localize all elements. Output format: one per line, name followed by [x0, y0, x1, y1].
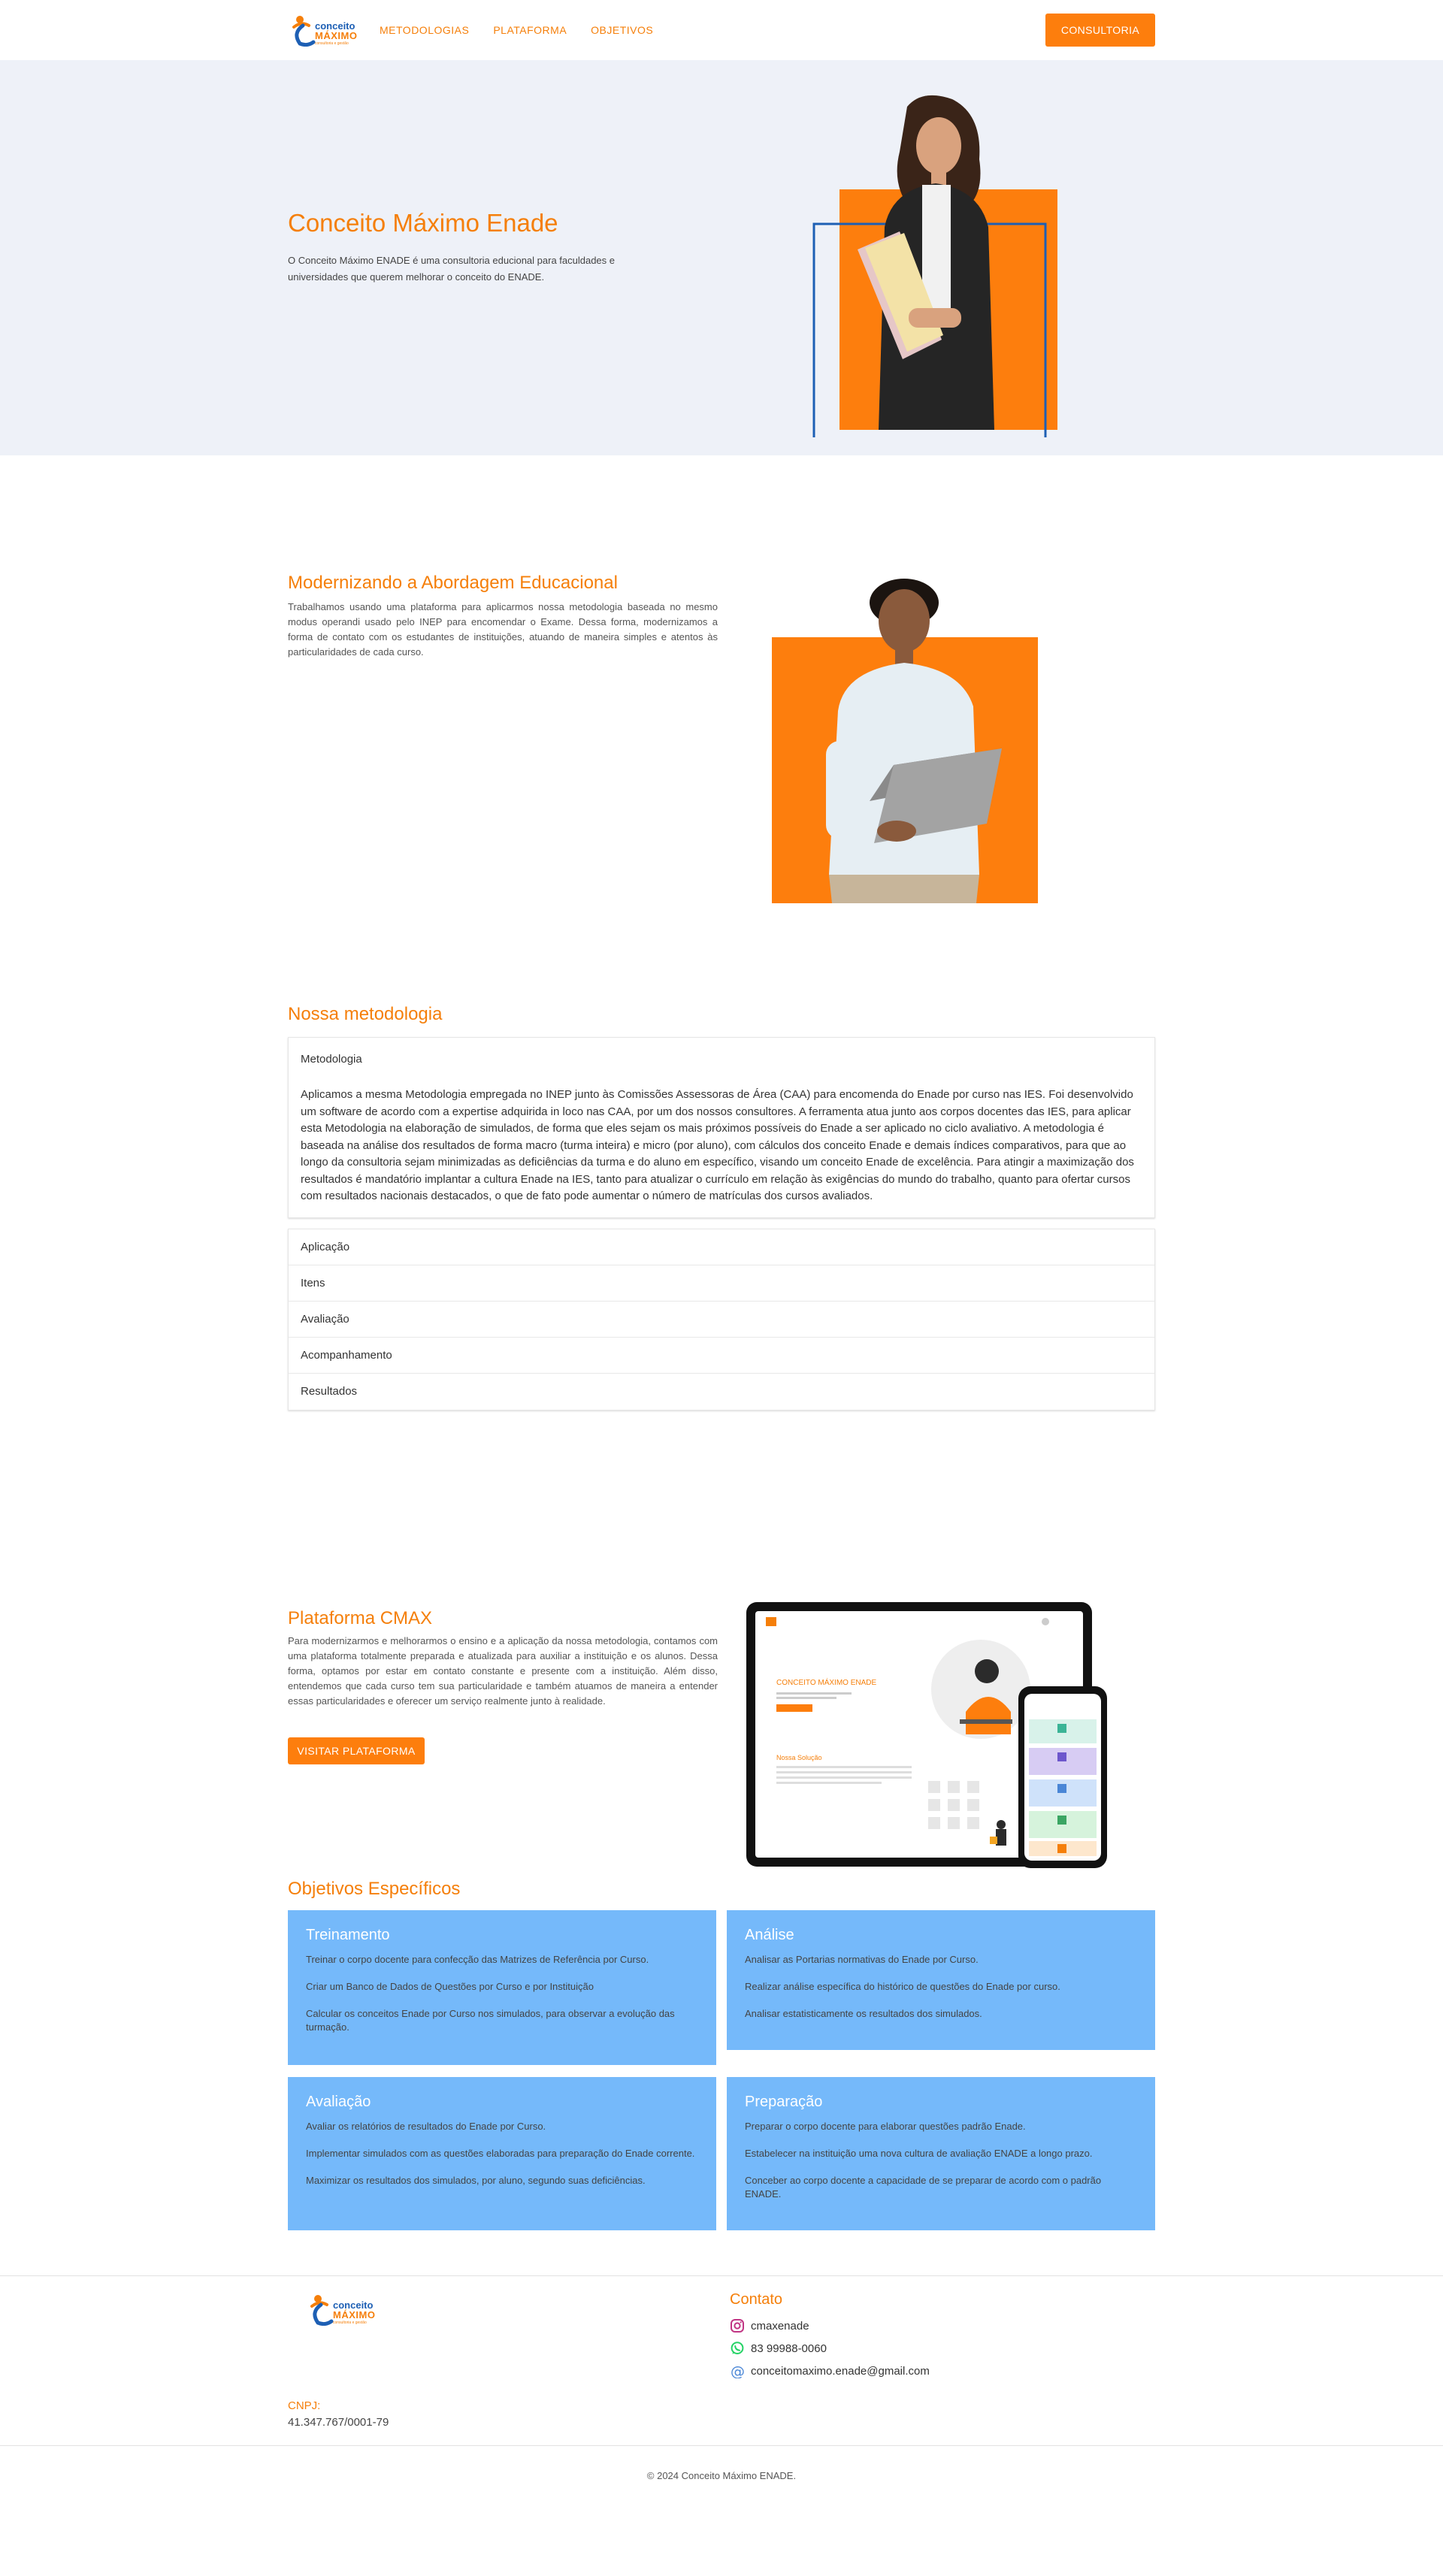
- svg-text:@: @: [731, 2363, 745, 2378]
- objective-card-title: Treinamento: [306, 1927, 390, 1943]
- at-sign-icon: @: [731, 2363, 745, 2378]
- instagram-handle: cmaxenade: [751, 2319, 809, 2333]
- platform-text: Para modernizarmos e melhorarmos o ensin…: [288, 1635, 718, 1707]
- top-navbar: conceito MÁXIMO consultoria e gestão MET…: [0, 0, 1443, 60]
- hero-title: Conceito Máximo Enade: [288, 209, 558, 237]
- nav-link-plataforma[interactable]: PLATAFORMA: [493, 24, 567, 36]
- objective-item: Avaliar os relatórios de resultados do E…: [306, 2121, 546, 2132]
- objective-card-title: Análise: [745, 1927, 794, 1943]
- objective-item: Calcular os conceitos Enade por Curso no…: [306, 2008, 675, 2033]
- email-address: conceitomaximo.enade@gmail.com: [751, 2364, 930, 2378]
- instagram-icon: [731, 2319, 744, 2333]
- accordion-item-acompanhamento[interactable]: Acompanhamento: [289, 1337, 1154, 1374]
- man-with-laptop-image: [772, 579, 1038, 903]
- accordion-item-itens[interactable]: Itens: [289, 1265, 1154, 1302]
- logo-text-line3: consultoria e gestão: [315, 41, 349, 46]
- approach-title: Modernizando a Abordagem Educacional: [288, 573, 618, 593]
- brand-logo[interactable]: conceito MÁXIMO consultoria e gestão: [288, 9, 360, 51]
- accordion-item-title[interactable]: Metodologia: [301, 1053, 1142, 1066]
- objective-item: Estabelecer na instituição uma nova cult…: [745, 2148, 1093, 2159]
- objective-card-avaliacao: Avaliação Avaliar os relatórios de resul…: [288, 2077, 716, 2230]
- approach-text: Trabalhamos usando uma plataforma para a…: [288, 601, 718, 658]
- footer-logo-line3: consultoria e gestão: [333, 2321, 367, 2325]
- objective-item: Maximizar os resultados dos simulados, p…: [306, 2175, 646, 2186]
- nav-link-metodologias[interactable]: METODOLOGIAS: [380, 24, 469, 36]
- objective-card-analise: Análise Analisar as Portarias normativas…: [727, 1910, 1155, 2050]
- visit-platform-button[interactable]: VISITAR PLATAFORMA: [288, 1737, 425, 1764]
- objective-item: Treinar o corpo docente para confecção d…: [306, 1954, 649, 1965]
- objective-item: Analisar as Portarias normativas do Enad…: [745, 1954, 979, 1965]
- whatsapp-icon: [731, 2342, 744, 2355]
- objective-item: Conceber ao corpo docente a capacidade d…: [745, 2175, 1102, 2200]
- objective-card-preparacao: Preparação Preparar o corpo docente para…: [727, 2077, 1155, 2230]
- objective-item: Criar um Banco de Dados de Questões por …: [306, 1981, 594, 1992]
- accordion-item-resultados[interactable]: Resultados: [289, 1373, 1154, 1410]
- accordion-item-body: Aplicamos a mesma Metodologia empregada …: [301, 1088, 1134, 1202]
- objective-card-treinamento: Treinamento Treinar o corpo docente para…: [288, 1910, 716, 2065]
- contact-title: Contato: [730, 2291, 783, 2308]
- objective-item: Implementar simulados com as questões el…: [306, 2148, 695, 2159]
- accordion-item-avaliacao[interactable]: Avaliação: [289, 1301, 1154, 1338]
- platform-devices-image: CONCEITO MÁXIMO ENADE Nossa Solução: [746, 1602, 1107, 1868]
- approach-section: Modernizando a Abordagem Educacional Tra…: [0, 455, 1443, 984]
- hero-section: Conceito Máximo Enade O Conceito Máximo …: [0, 60, 1443, 455]
- footer-logo[interactable]: conceito MÁXIMO consultoria e gestão: [306, 2288, 396, 2336]
- whatsapp-link[interactable]: 83 99988-0060: [730, 2337, 930, 2360]
- email-link[interactable]: @ conceitomaximo.enade@gmail.com: [730, 2360, 930, 2382]
- logo-text-line2: MÁXIMO: [315, 30, 358, 41]
- instagram-link[interactable]: cmaxenade: [730, 2314, 930, 2337]
- objectives-section: Objetivos Específicos Treinamento Treina…: [0, 1841, 1443, 2275]
- nav-link-objetivos[interactable]: OBJETIVOS: [591, 24, 653, 36]
- objectives-title: Objetivos Específicos: [288, 1879, 461, 1899]
- hero-woman-image: [812, 95, 1057, 437]
- methodology-accordion: Metodologia Aplicamos a mesma Metodologi…: [288, 1037, 1155, 1410]
- footer: conceito MÁXIMO consultoria e gestão CNP…: [0, 2275, 1443, 2445]
- accordion-item-metodologia[interactable]: Metodologia Aplicamos a mesma Metodologi…: [288, 1037, 1155, 1218]
- methodology-section: Nossa metodologia Metodologia Aplicamos …: [0, 984, 1443, 1465]
- contact-block: Contato cmaxenade 83 99988-0060 @ concei…: [730, 2291, 930, 2382]
- objective-item: Preparar o corpo docente para elaborar q…: [745, 2121, 1026, 2132]
- whatsapp-number: 83 99988-0060: [751, 2342, 827, 2355]
- objective-card-title: Avaliação: [306, 2094, 371, 2110]
- platform-section: Plataforma CMAX Para modernizarmos e mel…: [0, 1465, 1443, 1868]
- footer-logo-line2: MÁXIMO: [333, 2309, 376, 2321]
- copyright-text: © 2024 Conceito Máximo ENADE.: [646, 2470, 797, 2481]
- objective-card-title: Preparação: [745, 2094, 823, 2110]
- hero-description: O Conceito Máximo ENADE é uma consultori…: [288, 255, 616, 283]
- consultoria-button[interactable]: CONSULTORIA: [1045, 14, 1155, 47]
- cnpj-label: CNPJ:: [288, 2399, 321, 2412]
- accordion-item-aplicacao[interactable]: Aplicação: [289, 1229, 1154, 1265]
- nav-links: METODOLOGIAS PLATAFORMA OBJETIVOS: [380, 24, 653, 36]
- methodology-title: Nossa metodologia: [288, 1004, 443, 1024]
- objective-item: Analisar estatisticamente os resultados …: [745, 2008, 982, 2019]
- mock-tablet-section: Nossa Solução: [776, 1754, 822, 1761]
- platform-title: Plataforma CMAX: [288, 1608, 433, 1628]
- mock-tablet-title: CONCEITO MÁXIMO ENADE: [776, 1677, 876, 1687]
- cnpj-value: 41.347.767/0001-79: [288, 2416, 389, 2429]
- objective-item: Realizar análise específica do histórico…: [745, 1981, 1060, 1992]
- copyright-bar: © 2024 Conceito Máximo ENADE.: [0, 2445, 1443, 2505]
- accordion-collapsed-list: Aplicação Itens Avaliação Acompanhamento…: [288, 1228, 1155, 1410]
